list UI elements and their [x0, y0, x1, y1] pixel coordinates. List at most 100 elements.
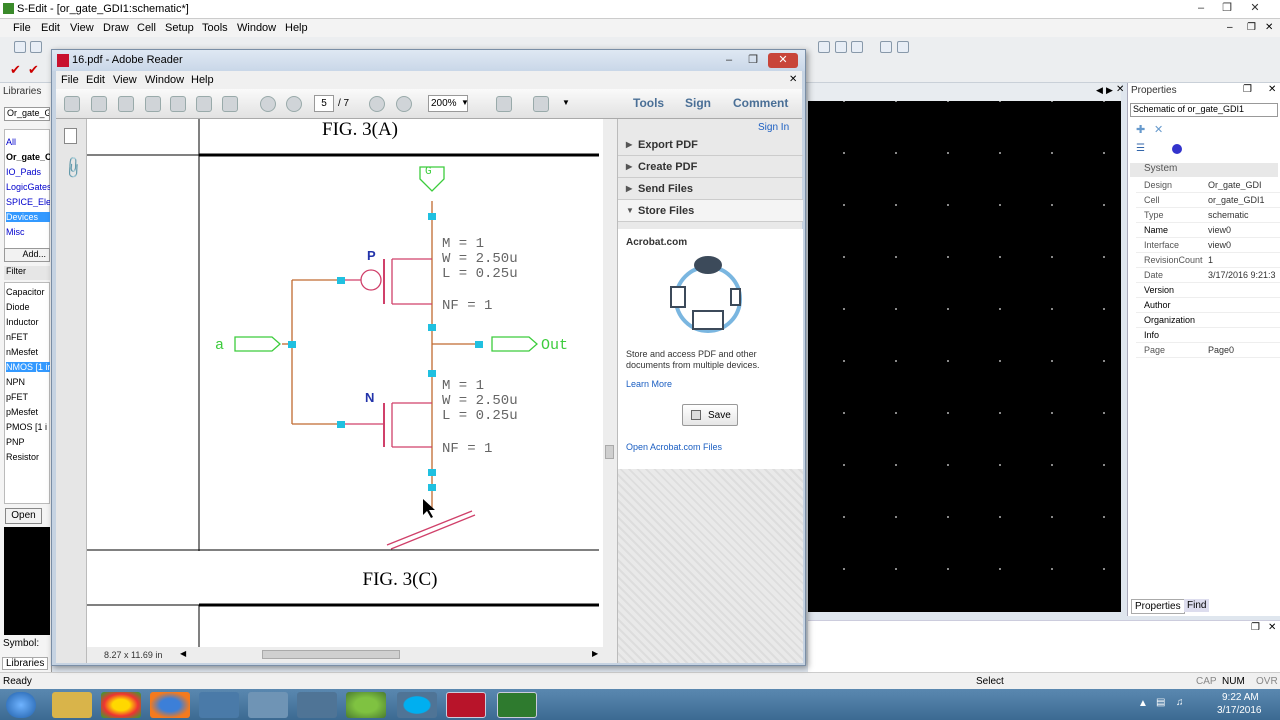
prop-row[interactable]: Cell or_gate_GDI1: [1136, 193, 1280, 208]
library-dropdown[interactable]: Or_gate_G: [4, 107, 50, 121]
cell-item[interactable]: Inductor: [6, 317, 50, 327]
calculator-taskbar-icon[interactable]: [248, 692, 288, 718]
menu-help[interactable]: Help: [285, 22, 308, 34]
horizontal-scrollbar[interactable]: 8.27 x 11.69 in ◀ ▶: [87, 647, 617, 663]
strip-float-icon[interactable]: ❐: [1251, 622, 1260, 633]
skype-taskbar-icon[interactable]: [397, 692, 437, 718]
learn-more-link[interactable]: Learn More: [626, 379, 672, 389]
page-thumbnails-icon[interactable]: [64, 128, 77, 144]
sedit-taskbar-icon[interactable]: [497, 692, 537, 718]
cell-item[interactable]: Diode: [6, 302, 50, 312]
delete-property-icon[interactable]: ✕: [1154, 123, 1163, 136]
next-arrow-icon[interactable]: ▶: [1106, 85, 1113, 96]
library-item[interactable]: All: [6, 137, 50, 147]
comment-button[interactable]: Comment: [733, 96, 788, 110]
cell-item[interactable]: nFET: [6, 332, 50, 342]
pane-send-files[interactable]: ▶ Send Files: [618, 178, 803, 200]
reader-menu-edit[interactable]: Edit: [86, 74, 105, 86]
page-number-input[interactable]: 5: [314, 95, 334, 112]
add-library-button[interactable]: Add...: [4, 248, 50, 262]
utorrent-taskbar-icon[interactable]: [346, 692, 386, 718]
library-item[interactable]: LogicGates: [6, 182, 50, 192]
menu-draw[interactable]: Draw: [103, 22, 129, 34]
draw-arc-icon[interactable]: [880, 41, 892, 53]
draw-diamond-icon[interactable]: [818, 41, 830, 53]
prop-row[interactable]: RevisionCount 1: [1136, 253, 1280, 268]
check-red-icon[interactable]: ✔: [10, 62, 21, 78]
command-window[interactable]: ❐ ✕: [808, 620, 1280, 672]
canvas-close-icon[interactable]: ✕: [1116, 84, 1124, 95]
new-file-icon[interactable]: [14, 41, 26, 53]
library-item[interactable]: Misc: [6, 227, 50, 237]
menu-file[interactable]: File: [13, 22, 31, 34]
prev-arrow-icon[interactable]: ◀: [1096, 85, 1103, 96]
edit-pdf-icon[interactable]: [91, 96, 107, 112]
mdi-minimize-icon[interactable]: –: [1227, 22, 1233, 33]
reader-doc-close-icon[interactable]: ✕: [789, 74, 797, 85]
menu-window[interactable]: Window: [237, 22, 276, 34]
tray-arrow-icon[interactable]: ▲: [1138, 698, 1148, 709]
mdi-restore-icon[interactable]: ❐: [1247, 22, 1256, 33]
volume-icon[interactable]: ♫: [1176, 697, 1184, 708]
cell-item[interactable]: pFET: [6, 392, 50, 402]
minimize-button[interactable]: –: [1190, 1, 1212, 16]
pdf-document-view[interactable]: FIG. 3(A) FIG. 3(C) M = 1 W = 2.50u L = …: [87, 119, 603, 659]
draw-rect-icon[interactable]: [835, 41, 847, 53]
start-button[interactable]: [6, 692, 36, 718]
reader-menu-help[interactable]: Help: [191, 74, 214, 86]
cell-item[interactable]: PMOS [1 i: [6, 422, 50, 432]
print-icon[interactable]: [196, 96, 212, 112]
cloud-upload-icon[interactable]: [145, 96, 161, 112]
vertical-scroll-thumb[interactable]: [605, 445, 614, 459]
cell-item[interactable]: Capacitor: [6, 287, 50, 297]
cell-item[interactable]: pMesfet: [6, 407, 50, 417]
cell-item[interactable]: nMesfet: [6, 347, 50, 357]
mdi-close-icon[interactable]: ✕: [1265, 22, 1273, 33]
maximize-button[interactable]: ❐: [1216, 1, 1238, 16]
prop-row[interactable]: Author: [1136, 298, 1280, 313]
panel-float-icon[interactable]: ❐: [1243, 84, 1252, 95]
pane-export-pdf[interactable]: ▶ Export PDF: [618, 134, 803, 156]
tab-find[interactable]: Find: [1184, 599, 1210, 612]
prop-row[interactable]: Date 3/17/2016 9:21:3: [1136, 268, 1280, 283]
draw-rect-icon-2[interactable]: [851, 41, 863, 53]
library-item[interactable]: SPICE_Eler: [6, 197, 50, 207]
open-file-icon[interactable]: [30, 41, 42, 53]
cell-item[interactable]: Resistor: [6, 452, 50, 462]
prop-row[interactable]: Name view0: [1136, 223, 1280, 238]
prop-row[interactable]: Type schematic: [1136, 208, 1280, 223]
close-button[interactable]: ✕: [1244, 1, 1266, 16]
sign-in-link[interactable]: Sign In: [758, 122, 789, 133]
filter-field[interactable]: Filter: [4, 266, 50, 280]
tab-properties[interactable]: Properties: [1131, 599, 1185, 614]
create-pdf-icon[interactable]: [64, 96, 80, 112]
categorize-icon[interactable]: ☰: [1136, 143, 1145, 154]
library-item[interactable]: Or_gate_C: [6, 152, 50, 162]
pane-store-files[interactable]: ▼ Store Files: [618, 200, 803, 222]
library-item-selected[interactable]: Devices: [6, 212, 50, 222]
horizontal-scroll-thumb[interactable]: [262, 650, 400, 659]
cell-item[interactable]: PNP: [6, 437, 50, 447]
schematic-canvas[interactable]: [808, 101, 1121, 612]
email-icon[interactable]: [222, 96, 238, 112]
system-section[interactable]: System: [1130, 163, 1278, 177]
sign-button[interactable]: Sign: [685, 96, 711, 110]
library-item[interactable]: IO_Pads: [6, 167, 50, 177]
panel-close-icon[interactable]: ✕: [1268, 84, 1276, 95]
check-red-icon-2[interactable]: ✔: [28, 62, 39, 78]
save-icon[interactable]: [170, 96, 186, 112]
reader-close-button[interactable]: ✕: [768, 53, 798, 68]
save-button[interactable]: Save: [682, 404, 738, 426]
menu-view[interactable]: View: [70, 22, 94, 34]
cell-item-selected[interactable]: NMOS [1 in: [6, 362, 50, 372]
clock-time[interactable]: 9:22 AM: [1222, 692, 1259, 703]
adobe-reader-taskbar-icon[interactable]: [446, 692, 486, 718]
prop-row[interactable]: Info: [1136, 328, 1280, 343]
property-dot-icon[interactable]: [1172, 144, 1182, 154]
reader-maximize-button[interactable]: ❐: [742, 53, 764, 68]
toolbar-more-icon[interactable]: ▼: [562, 98, 570, 107]
attachments-icon[interactable]: 📎: [60, 155, 86, 181]
prev-page-icon[interactable]: [260, 96, 276, 112]
reader-menu-file[interactable]: File: [61, 74, 79, 86]
open-cell-button[interactable]: Open: [5, 508, 42, 524]
